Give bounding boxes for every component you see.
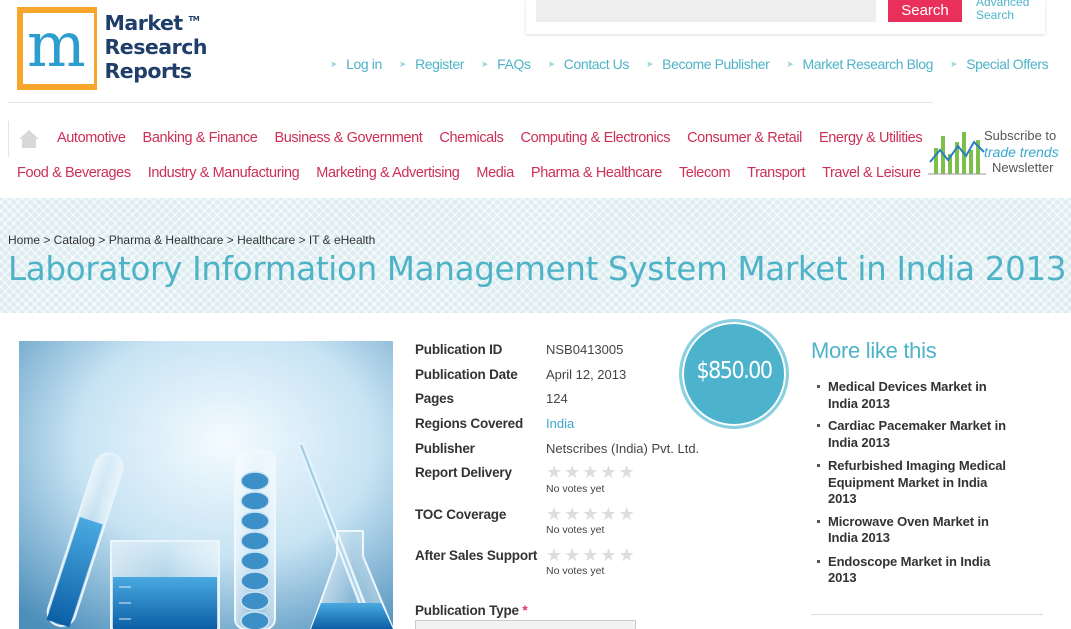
star-icon[interactable]: ★ [600, 463, 616, 481]
category-telecom[interactable]: Telecom [679, 165, 731, 181]
list-item[interactable]: Endoscope Market in India 2013 [812, 554, 1032, 587]
list-item[interactable]: Refurbished Imaging Medical Equipment Ma… [812, 458, 1032, 508]
rating-stars[interactable]: ★ ★ ★ ★ ★ [546, 546, 637, 564]
arrow-bullet-icon: ➤ [786, 58, 794, 69]
star-icon[interactable]: ★ [582, 546, 598, 564]
star-icon[interactable]: ★ [564, 546, 580, 564]
category-energy-utilities[interactable]: Energy & Utilities [819, 130, 923, 146]
arrow-bullet-icon: ➤ [547, 58, 556, 69]
list-item[interactable]: Cardiac Pacemaker Market in India 2013 [812, 418, 1032, 451]
category-marketing-advertising[interactable]: Marketing & Advertising [316, 165, 460, 181]
subscribe-line-2: trade trends [984, 144, 1059, 160]
subscribe-line-1: Subscribe to [984, 128, 1057, 143]
advanced-search-link[interactable]: Advanced Search [976, 0, 1046, 22]
star-icon[interactable]: ★ [619, 463, 635, 481]
star-icon[interactable]: ★ [582, 505, 598, 523]
rating-stars[interactable]: ★ ★ ★ ★ ★ [546, 463, 637, 481]
category-row-2: Food & Beverages Industry & Manufacturin… [17, 165, 938, 181]
category-computing-electronics[interactable]: Computing & Electronics [521, 130, 671, 146]
category-automotive[interactable]: Automotive [57, 130, 126, 146]
category-industry-manufacturing[interactable]: Industry & Manufacturing [148, 165, 300, 181]
search-button[interactable]: Search [888, 0, 962, 22]
arrow-bullet-icon: ➤ [645, 58, 654, 69]
category-chemicals[interactable]: Chemicals [439, 130, 503, 146]
home-icon[interactable] [18, 128, 40, 150]
header-divider [8, 102, 933, 103]
nav-register[interactable]: ➤ Register [399, 56, 464, 72]
newsletter-subscribe[interactable]: Subscribe to trade trends Newsletter [928, 128, 1071, 178]
category-food-beverages[interactable]: Food & Beverages [17, 165, 131, 181]
arrow-bullet-icon: ➤ [398, 58, 407, 69]
publication-type-select[interactable] [415, 620, 636, 629]
nav-log-in[interactable]: ➤ Log in [330, 56, 382, 72]
nav-special-offers[interactable]: ➤ Special Offers [950, 56, 1049, 72]
more-divider [811, 614, 1043, 615]
arrow-bullet-icon: ➤ [950, 58, 958, 69]
star-icon[interactable]: ★ [564, 463, 580, 481]
top-nav: ➤ Log in ➤ Register ➤ FAQs ➤ Contact Us ➤ Bec… [330, 56, 1049, 72]
category-pharma-healthcare[interactable]: Pharma & Healthcare [531, 165, 662, 181]
nav-market-research-blog[interactable]: ➤ Market Research Blog [786, 56, 933, 72]
list-item[interactable]: Medical Devices Market in India 2013 [812, 379, 1032, 412]
breadcrumb[interactable]: Home > Catalog > Pharma & Healthcare > H… [8, 233, 375, 247]
category-media[interactable]: Media [476, 165, 514, 181]
category-transport[interactable]: Transport [747, 165, 805, 181]
nav-become-publisher[interactable]: ➤ Become Publisher [645, 56, 770, 72]
star-icon[interactable]: ★ [546, 546, 562, 564]
category-consumer-retail[interactable]: Consumer & Retail [687, 130, 802, 146]
star-icon[interactable]: ★ [600, 546, 616, 564]
price-badge: $850.00 [679, 319, 789, 429]
star-icon[interactable]: ★ [564, 505, 580, 523]
more-like-this-list: Medical Devices Market in India 2013 Car… [812, 379, 1032, 587]
star-icon[interactable]: ★ [546, 505, 562, 523]
logo-mark-icon: m [17, 7, 97, 90]
category-business-government[interactable]: Business & Government [274, 130, 422, 146]
category-banking-finance[interactable]: Banking & Finance [143, 130, 258, 146]
list-item[interactable]: Microwave Oven Market in India 2013 [812, 514, 1032, 547]
logo-wordmark: Market Research Reports TM [104, 11, 208, 83]
newsletter-chart-icon [928, 132, 986, 175]
category-divider [8, 121, 9, 157]
subscribe-line-3: Newsletter [992, 160, 1054, 175]
region-link[interactable]: India [546, 416, 574, 431]
star-icon[interactable]: ★ [582, 463, 598, 481]
category-travel-leisure[interactable]: Travel & Leisure [822, 165, 921, 181]
category-row-1: Automotive Banking & Finance Business & … [57, 130, 939, 146]
rating-stars[interactable]: ★ ★ ★ ★ ★ [546, 505, 637, 523]
nav-contact-us[interactable]: ➤ Contact Us [547, 56, 630, 72]
arrow-bullet-icon: ➤ [330, 58, 338, 69]
star-icon[interactable]: ★ [619, 546, 635, 564]
site-header: m Market Research Reports TM Search Adva… [0, 0, 1071, 103]
nav-faqs[interactable]: ➤ FAQs [481, 56, 531, 72]
star-icon[interactable]: ★ [619, 505, 635, 523]
more-like-this-heading: More like this [811, 338, 937, 363]
page-title: Laboratory Information Management System… [8, 250, 1067, 288]
site-logo[interactable]: m Market Research Reports TM [17, 7, 208, 92]
star-icon[interactable]: ★ [546, 463, 562, 481]
star-icon[interactable]: ★ [600, 505, 616, 523]
product-image [19, 341, 393, 629]
search-input[interactable] [536, 0, 876, 22]
arrow-bullet-icon: ➤ [481, 58, 489, 69]
search-bar: Search Advanced Search [526, 0, 1045, 34]
